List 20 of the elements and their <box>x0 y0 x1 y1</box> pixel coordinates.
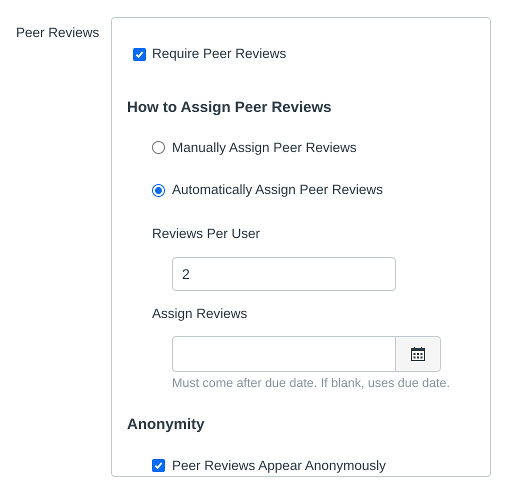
input-field[interactable]: 2 <box>172 256 396 291</box>
field-label: Reviews Per User <box>152 225 262 244</box>
checkbox-label: Require Peer Reviews <box>152 45 286 63</box>
calendar-icon <box>411 346 425 361</box>
radio-label: Manually Assign Peer Reviews <box>172 138 357 157</box>
radio-label: Automatically Assign Peer Reviews <box>172 181 383 199</box>
hint-text: Must come after due date. If blank, uses due date. <box>172 374 451 392</box>
checkmark-icon <box>154 461 163 470</box>
section-heading: How to Assign Peer Reviews <box>127 98 333 118</box>
radio-button[interactable] <box>152 184 165 197</box>
checkmark-icon <box>135 50 144 59</box>
field-label: Assign Reviews <box>152 304 248 323</box>
date-field[interactable] <box>172 336 396 372</box>
checkbox[interactable] <box>133 48 146 61</box>
radio-button[interactable] <box>152 141 165 154</box>
calendar-button[interactable] <box>396 336 441 372</box>
checkbox-label: Peer Reviews Appear Anonymously <box>172 456 386 475</box>
section-heading: Anonymity <box>127 415 206 436</box>
section-label: Peer Reviews <box>16 25 100 40</box>
checkbox[interactable] <box>152 459 165 472</box>
